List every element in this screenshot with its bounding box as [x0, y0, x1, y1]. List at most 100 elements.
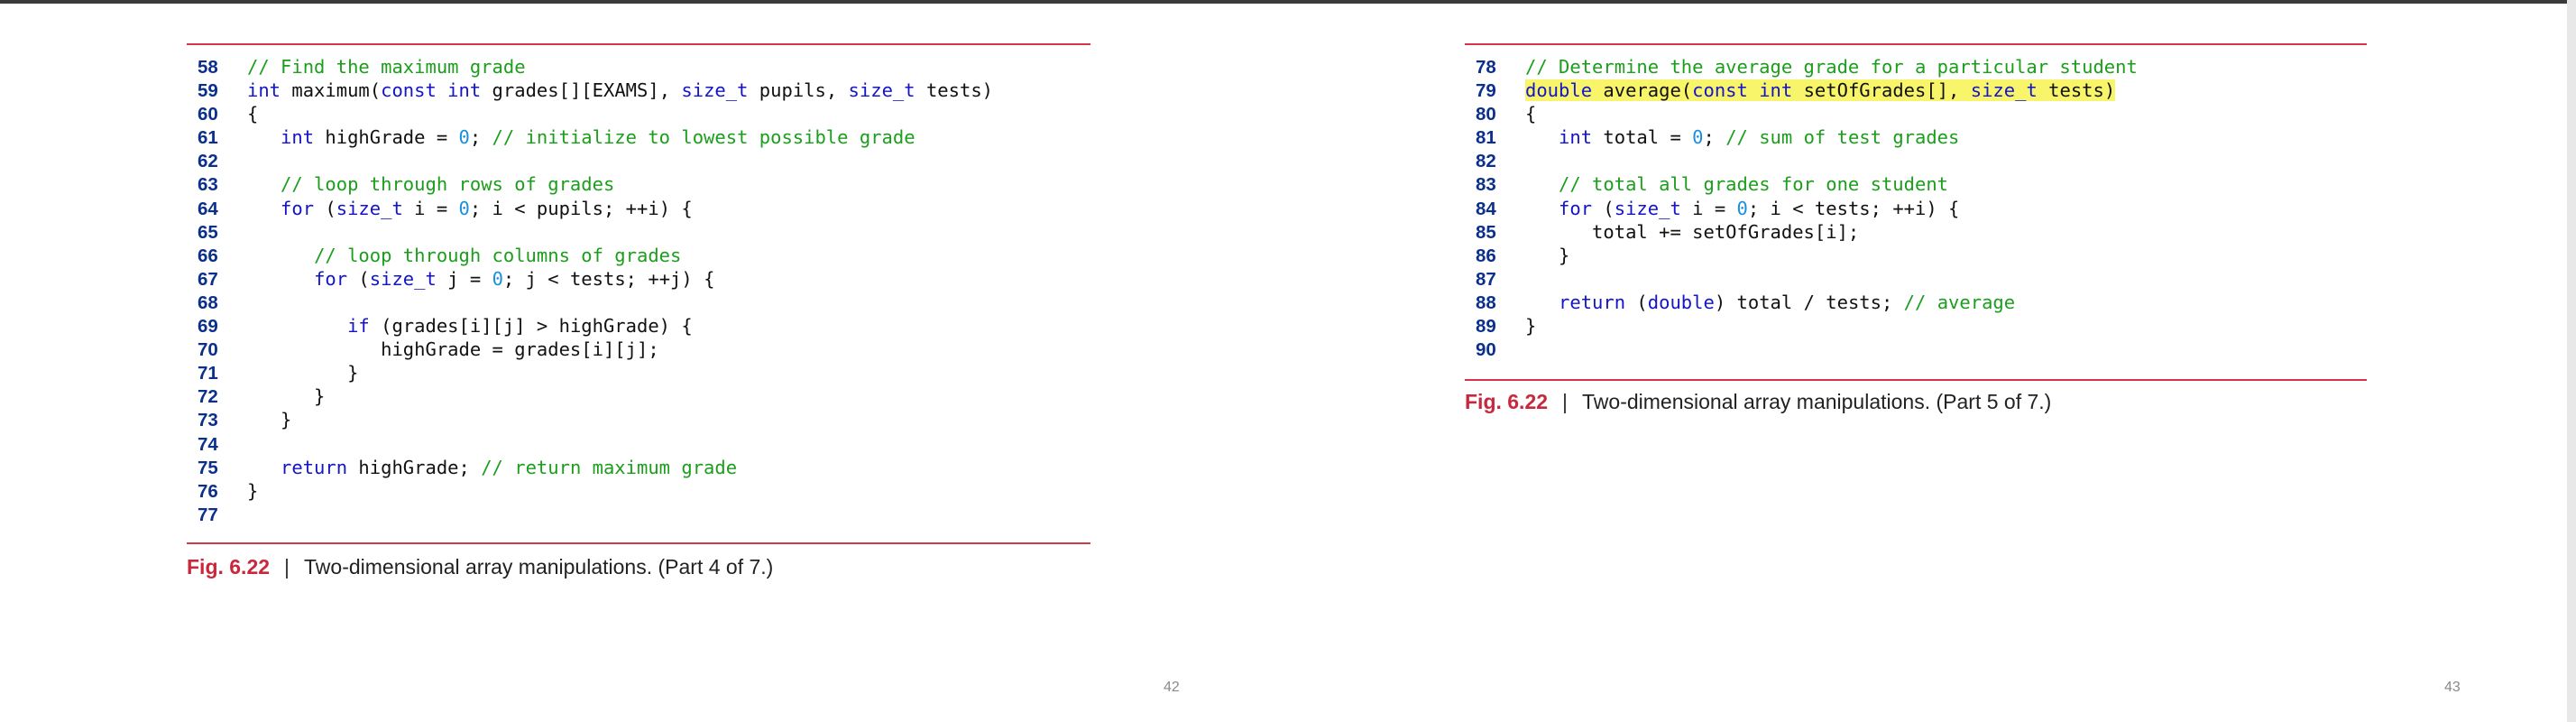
code-token: tests)	[2037, 79, 2116, 102]
line-number: 78	[1476, 57, 1496, 78]
code-line: 64 for (size_t i = 0; i < pupils; ++i) {	[198, 197, 1090, 220]
code-line: 86 }	[1476, 244, 2367, 267]
code-token: setOfGrades[],	[1792, 79, 1971, 102]
code-token: size_t	[848, 79, 915, 102]
line-number: 77	[198, 504, 218, 525]
code-token: }	[247, 479, 259, 502]
code-token: (	[1592, 197, 1615, 219]
code-token: size_t	[1970, 79, 2038, 102]
line-number: 80	[1476, 104, 1496, 125]
line-number: 76	[198, 480, 218, 502]
code-token: }	[247, 409, 292, 431]
code-token: maximum(	[281, 79, 382, 102]
code-token: const int	[381, 79, 482, 102]
line-number: 71	[198, 363, 218, 384]
line-number: 87	[1476, 268, 1496, 290]
code-token: ;	[1703, 126, 1726, 149]
code-token: double	[1525, 79, 1593, 102]
code-line: 83 // total all grades for one student	[1476, 172, 2367, 196]
code-line: 74	[198, 432, 1090, 456]
page-number: 42	[1164, 680, 1180, 695]
line-number: 81	[1476, 127, 1496, 149]
code-token: ; i < pupils; ++i) {	[469, 197, 693, 219]
code-token: // total all grades for one student	[1559, 173, 1949, 196]
line-number: 65	[198, 221, 218, 243]
code-token: int	[247, 79, 281, 102]
code-line: 82	[1476, 149, 2367, 172]
code-token: // Determine the average grade for a par…	[1525, 56, 2138, 78]
code-token: // return maximum grade	[481, 456, 738, 478]
code-token: pupils,	[748, 79, 849, 102]
code-line: 67 for (size_t j = 0; j < tests; ++j) {	[198, 267, 1090, 291]
line-number: 62	[198, 151, 218, 172]
code-token: i =	[1680, 197, 1737, 219]
code-line: 81 int total = 0; // sum of test grades	[1476, 125, 2367, 149]
vertical-scrollbar[interactable]	[2567, 0, 2576, 722]
code-token: return	[1559, 291, 1626, 313]
code-token: int	[1559, 126, 1593, 149]
line-number: 68	[198, 292, 218, 313]
code-line: 68	[198, 291, 1090, 314]
code-token: size_t	[336, 197, 403, 219]
code-line: 76}	[198, 479, 1090, 503]
code-lines: 78 // Determine the average grade for a p…	[1476, 55, 2367, 361]
code-line: 89}	[1476, 314, 2367, 338]
code-token: size_t	[1614, 197, 1681, 219]
line-number: 74	[198, 433, 218, 455]
figure-caption: Fig. 6.22 | Two-dimensional array manipula…	[187, 555, 773, 579]
code-token: ; j < tests; ++j) {	[502, 267, 715, 290]
line-number: 60	[198, 104, 218, 125]
code-line: 66 // loop through columns of grades	[198, 244, 1090, 267]
figure-label: Fig. 6.22	[187, 555, 271, 579]
code-token: {	[247, 103, 259, 125]
code-token: tests)	[915, 79, 994, 102]
line-number: 85	[1476, 221, 1496, 243]
code-token: }	[247, 385, 326, 408]
code-token: 0	[458, 126, 470, 149]
code-line: 77	[198, 503, 1090, 526]
code-token: size_t	[369, 267, 437, 290]
code-token: total += setOfGrades[i];	[1525, 220, 1860, 243]
code-line: 59 int maximum(const int grades[][EXAMS],…	[198, 79, 1090, 102]
code-token: for	[1559, 197, 1593, 219]
code-listing: 58 // Find the maximum grade 59 int maximum…	[187, 43, 1090, 544]
code-line: 70 highGrade = grades[i][j];	[198, 338, 1090, 361]
code-token: size_t	[681, 79, 749, 102]
line-number: 63	[198, 174, 218, 196]
code-line: 73 }	[198, 408, 1090, 431]
code-token: (	[1625, 291, 1648, 313]
code-token: const int	[1692, 79, 1793, 102]
code-line: 78 // Determine the average grade for a p…	[1476, 55, 2367, 79]
code-token: if	[347, 315, 370, 338]
code-token: (	[347, 267, 370, 290]
line-number: 61	[198, 127, 218, 149]
code-line: 80 {	[1476, 102, 2367, 125]
code-token: {	[1525, 103, 1537, 125]
line-number: 89	[1476, 316, 1496, 338]
code-token: // loop through rows of grades	[281, 173, 615, 196]
code-token: total =	[1592, 126, 1693, 149]
code-token: 0	[458, 197, 470, 219]
code-listing: 78 // Determine the average grade for a p…	[1465, 43, 2367, 381]
code-token: // initialize to lowest possible grade	[492, 126, 915, 149]
code-token: // average	[1903, 291, 2016, 313]
line-number: 90	[1476, 339, 1496, 361]
line-number: 84	[1476, 198, 1496, 219]
document-page-42: 58 // Find the maximum grade 59 int maximum…	[0, 0, 1288, 722]
line-number: 88	[1476, 292, 1496, 313]
line-number: 66	[198, 245, 218, 266]
code-token: highGrade;	[347, 456, 482, 478]
code-token: 0	[1692, 126, 1704, 149]
code-line: 69 if (grades[i][j] > highGrade) {	[198, 314, 1090, 338]
document-page-43: 78 // Determine the average grade for a p…	[1288, 0, 2567, 722]
code-token: ; i < tests; ++i) {	[1747, 197, 1960, 219]
line-number: 82	[1476, 151, 1496, 172]
line-number: 79	[1476, 80, 1496, 102]
figure-caption: Fig. 6.22 | Two-dimensional array manipula…	[1465, 390, 2051, 414]
code-token: // sum of test grades	[1725, 126, 1960, 149]
